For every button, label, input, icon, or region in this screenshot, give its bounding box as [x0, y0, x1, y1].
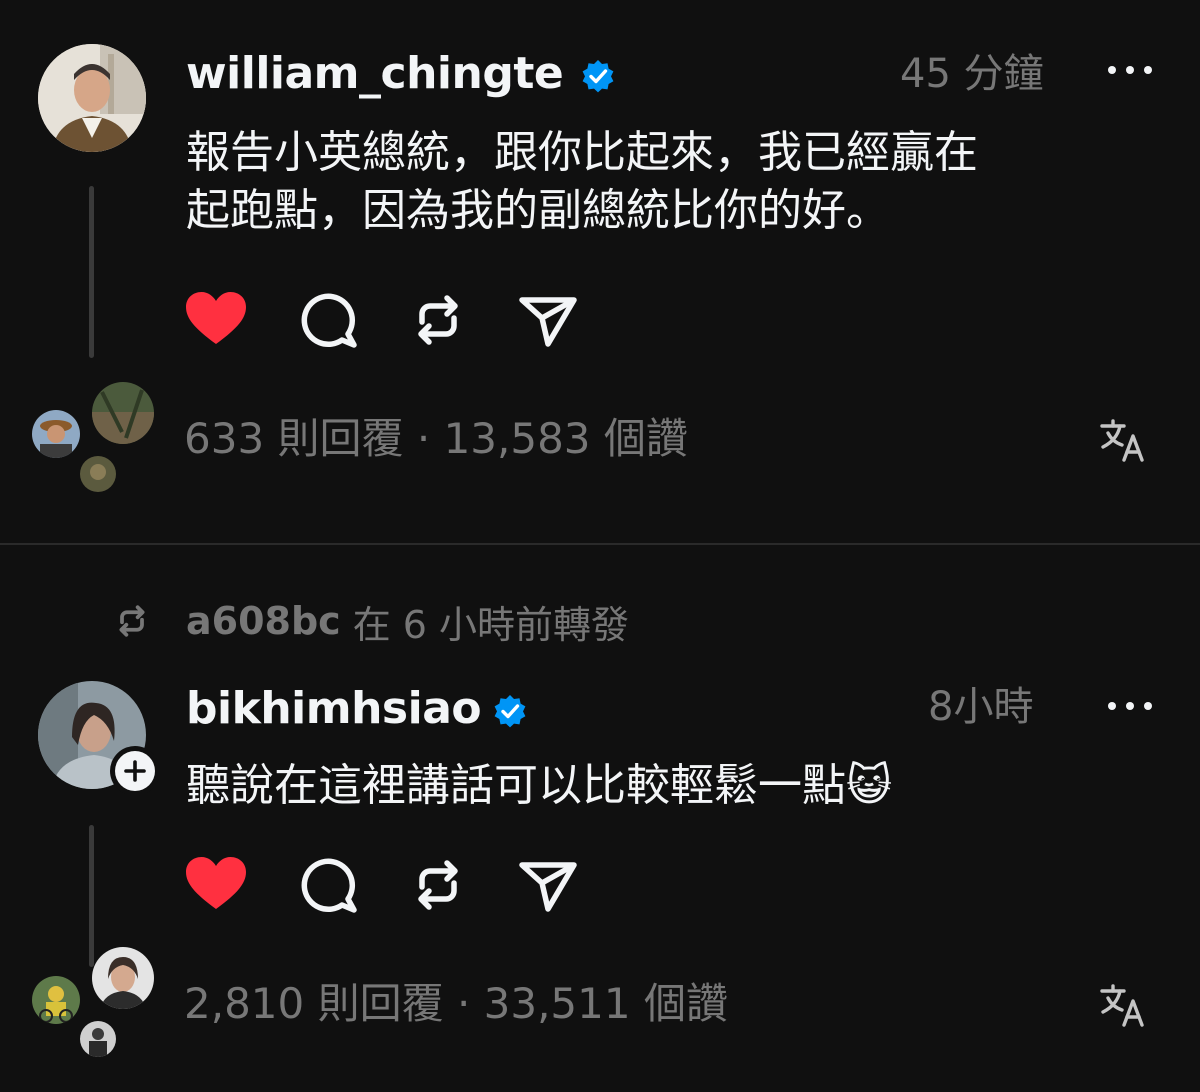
more-icon[interactable] — [1108, 699, 1152, 713]
replier-avatar — [32, 976, 80, 1024]
post-2-time: 8小時 — [928, 684, 1034, 730]
post-1-stats[interactable]: 633 則回覆 · 13,583 個讚 — [184, 418, 688, 460]
post-2-stats[interactable]: 2,810 則回覆 · 33,511 個讚 — [184, 983, 728, 1025]
heart-icon[interactable] — [184, 853, 248, 917]
post-1-username[interactable]: william_chingte — [186, 52, 564, 96]
follow-plus-icon — [115, 751, 155, 791]
threads-feed: william_chingte 45 分鐘 報告小英總統，跟你比起來，我已經贏在… — [0, 0, 1200, 1092]
replier-avatar — [80, 456, 116, 492]
more-icon[interactable] — [1108, 63, 1152, 77]
post-1-time: 45 分鐘 — [900, 51, 1044, 97]
replier-avatar — [92, 382, 154, 444]
replier-avatar — [80, 1021, 116, 1057]
share-icon[interactable] — [516, 288, 580, 352]
heart-icon[interactable] — [184, 288, 248, 352]
translate-icon[interactable] — [1098, 981, 1146, 1029]
translate-icon[interactable] — [1098, 416, 1146, 464]
post-2-username[interactable]: bikhimhsiao — [186, 687, 482, 731]
repost-icon[interactable] — [406, 853, 470, 917]
replier-avatar — [32, 410, 80, 458]
comment-icon[interactable] — [296, 853, 360, 917]
comment-icon[interactable] — [296, 288, 360, 352]
replier-avatar — [92, 947, 154, 1009]
post-1-avatar[interactable] — [38, 44, 146, 152]
verified-badge-icon — [582, 60, 614, 93]
post-1[interactable]: william_chingte 45 分鐘 報告小英總統，跟你比起來，我已經贏在… — [0, 0, 1200, 543]
avatar-photo — [38, 44, 146, 152]
share-icon[interactable] — [516, 853, 580, 917]
verified-badge-icon — [494, 695, 526, 728]
post-2-text: 聽說在這裡講話可以比較輕鬆一點😺 — [186, 760, 892, 811]
repost-icon[interactable] — [406, 288, 470, 352]
post-2[interactable]: bikhimhsiao 8小時 聽說在這裡講話可以比較輕鬆一點😺 2,810 則… — [0, 545, 1200, 1092]
post-1-text: 報告小英總統，跟你比起來，我已經贏在 起跑點，因為我的副總統比你的好。 — [186, 127, 978, 236]
thread-line — [89, 825, 94, 967]
thread-line — [89, 186, 94, 358]
follow-button[interactable] — [110, 746, 160, 796]
